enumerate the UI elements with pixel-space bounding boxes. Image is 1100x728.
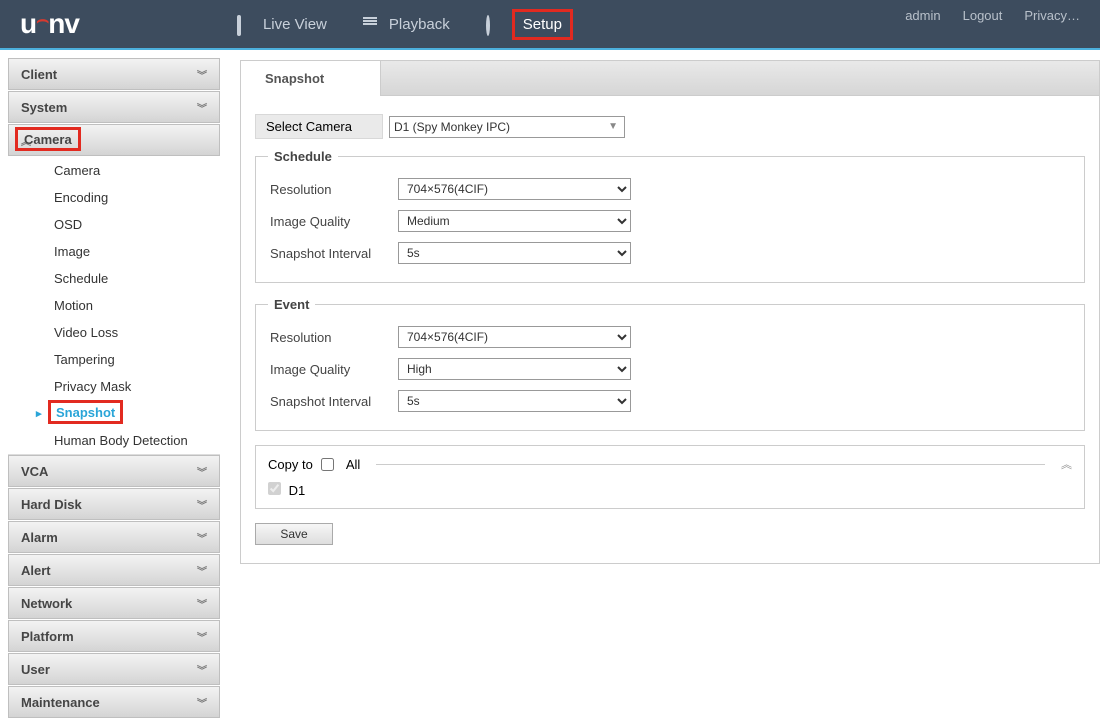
- sidebar-sub-tampering[interactable]: Tampering: [8, 346, 220, 373]
- privacy-link[interactable]: Privacy…: [1024, 8, 1080, 23]
- sidebar-item-vca[interactable]: VCA︾: [8, 455, 220, 487]
- chevron-down-icon: ︾: [197, 530, 207, 545]
- sidebar-sub-image[interactable]: Image: [8, 238, 220, 265]
- resolution-label: Resolution: [268, 182, 398, 197]
- event-quality-select[interactable]: High: [398, 358, 631, 380]
- nav-label: Setup: [512, 9, 573, 40]
- sidebar-sub-encoding[interactable]: Encoding: [8, 184, 220, 211]
- quality-label: Image Quality: [268, 362, 398, 377]
- chevron-up-icon[interactable]: ︽: [1061, 456, 1072, 472]
- interval-label: Snapshot Interval: [268, 246, 398, 261]
- sidebar-item-camera[interactable]: Camera︽: [8, 124, 220, 156]
- select-camera-dropdown[interactable]: D1 (Spy Monkey IPC)▼: [389, 116, 625, 138]
- user-name[interactable]: admin: [905, 8, 940, 23]
- nav-label: Playback: [389, 16, 450, 33]
- chevron-down-icon: ︾: [197, 662, 207, 677]
- quality-label: Image Quality: [268, 214, 398, 229]
- schedule-legend: Schedule: [268, 149, 338, 164]
- chevron-down-icon: ︾: [197, 100, 207, 115]
- sidebar-item-network[interactable]: Network︾: [8, 587, 220, 619]
- sidebar-sub-humanbody[interactable]: Human Body Detection: [8, 427, 220, 454]
- sidebar-item-maintenance[interactable]: Maintenance︾: [8, 686, 220, 718]
- sidebar-sub-videoloss[interactable]: Video Loss: [8, 319, 220, 346]
- event-legend: Event: [268, 297, 315, 312]
- tab-bar: Snapshot: [240, 60, 1100, 96]
- copy-to-section: Copy to All ︽ D1: [255, 445, 1085, 509]
- schedule-resolution-select[interactable]: 704×576(4CIF): [398, 178, 631, 200]
- nav-live-view[interactable]: Live View: [219, 0, 345, 48]
- sidebar-item-user[interactable]: User︾: [8, 653, 220, 685]
- resolution-label: Resolution: [268, 330, 398, 345]
- event-resolution-select[interactable]: 704×576(4CIF): [398, 326, 631, 348]
- sidebar-item-system[interactable]: System︾: [8, 91, 220, 123]
- chevron-down-icon: ︾: [197, 464, 207, 479]
- monitor-icon: [237, 17, 253, 31]
- nav-playback[interactable]: Playback: [345, 0, 468, 48]
- logo: u⌢nv: [20, 8, 79, 40]
- event-fieldset: Event Resolution 704×576(4CIF) Image Qua…: [255, 297, 1085, 431]
- copy-all-checkbox[interactable]: [321, 458, 334, 471]
- sidebar-sub-camera[interactable]: Camera: [8, 157, 220, 184]
- playback-icon: [363, 17, 379, 31]
- copy-d1-label: D1: [289, 483, 306, 498]
- sidebar-item-alert[interactable]: Alert︾: [8, 554, 220, 586]
- copy-all-label: All: [346, 457, 360, 472]
- tab-snapshot[interactable]: Snapshot: [241, 60, 381, 96]
- sidebar-sub-snapshot[interactable]: Snapshot: [8, 400, 220, 427]
- sidebar-sub-privacymask[interactable]: Privacy Mask: [8, 373, 220, 400]
- sidebar-sub-motion[interactable]: Motion: [8, 292, 220, 319]
- copy-to-label: Copy to: [268, 457, 313, 472]
- chevron-down-icon: ︾: [197, 629, 207, 644]
- save-button[interactable]: Save: [255, 523, 333, 545]
- copy-d1-checkbox[interactable]: [268, 482, 281, 495]
- schedule-interval-select[interactable]: 5s: [398, 242, 631, 264]
- chevron-down-icon: ▼: [608, 121, 618, 132]
- sidebar-item-alarm[interactable]: Alarm︾: [8, 521, 220, 553]
- sidebar: Client︾ System︾ Camera︽ Camera Encoding …: [0, 50, 228, 728]
- chevron-down-icon: ︾: [197, 695, 207, 710]
- chevron-down-icon: ︾: [197, 67, 207, 82]
- logout-link[interactable]: Logout: [963, 8, 1003, 23]
- schedule-fieldset: Schedule Resolution 704×576(4CIF) Image …: [255, 149, 1085, 283]
- nav-label: Live View: [263, 16, 327, 33]
- chevron-down-icon: ︾: [197, 596, 207, 611]
- sidebar-sub-osd[interactable]: OSD: [8, 211, 220, 238]
- schedule-quality-select[interactable]: Medium: [398, 210, 631, 232]
- sidebar-item-client[interactable]: Client︾: [8, 58, 220, 90]
- sidebar-sub-schedule[interactable]: Schedule: [8, 265, 220, 292]
- chevron-down-icon: ︾: [197, 497, 207, 512]
- chevron-down-icon: ︾: [197, 563, 207, 578]
- divider: [376, 464, 1045, 465]
- select-camera-label: Select Camera: [255, 114, 383, 139]
- event-interval-select[interactable]: 5s: [398, 390, 631, 412]
- interval-label: Snapshot Interval: [268, 394, 398, 409]
- sidebar-item-platform[interactable]: Platform︾: [8, 620, 220, 652]
- nav-setup[interactable]: Setup: [468, 0, 591, 48]
- gear-icon: [486, 17, 502, 31]
- sidebar-item-harddisk[interactable]: Hard Disk︾: [8, 488, 220, 520]
